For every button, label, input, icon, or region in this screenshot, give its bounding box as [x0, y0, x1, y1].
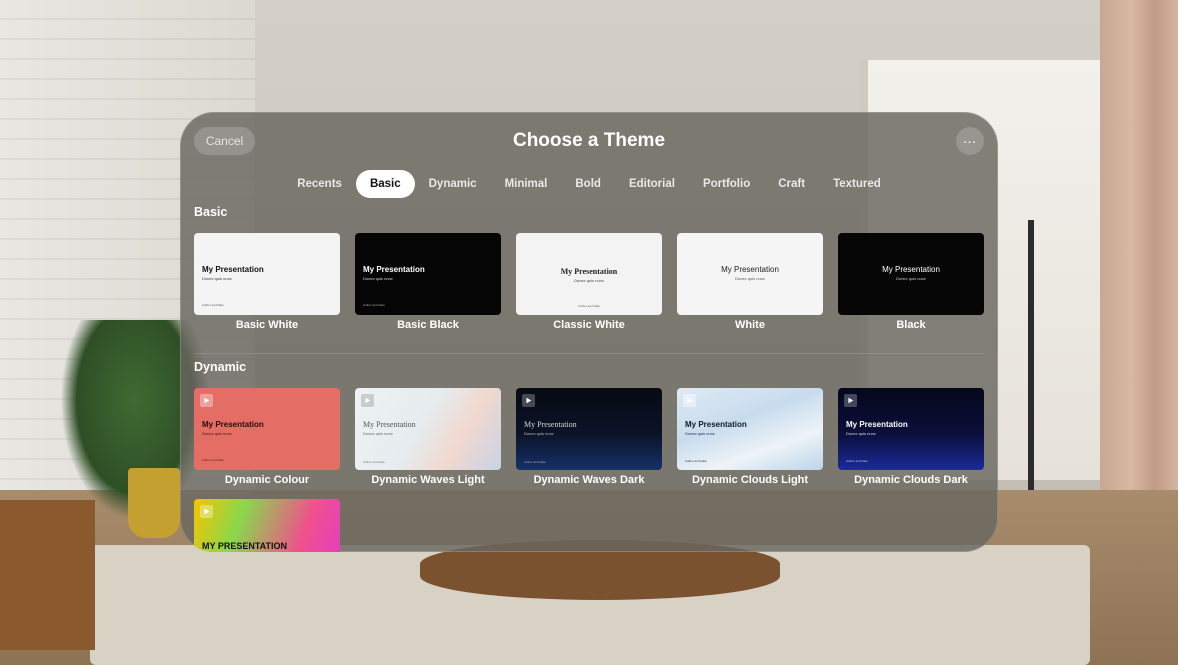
preview-title: My Presentation: [882, 265, 940, 274]
theme-thumbnail: My Presentation Donec quis nunc Author a…: [677, 388, 823, 470]
preview-author: Author and Date: [202, 458, 224, 462]
theme-basic-black[interactable]: My Presentation Donec quis nunc Author a…: [355, 233, 501, 331]
preview-author: Author and Date: [524, 460, 546, 464]
page-title: Choose a Theme: [512, 130, 666, 151]
tab-basic[interactable]: Basic: [355, 170, 415, 198]
theme-dynamic-colour[interactable]: My Presentation Donec quis nunc Author a…: [194, 388, 340, 486]
preview-subtitle: Donec quis nunc: [363, 431, 393, 436]
play-icon: [200, 505, 213, 518]
preview-author: Author and Date: [202, 303, 224, 307]
preview-author: Author and Date: [578, 304, 600, 308]
more-button[interactable]: …: [956, 127, 984, 155]
play-icon: [844, 394, 857, 407]
theme-classic-white[interactable]: My Presentation Donec quis nunc Author a…: [516, 233, 662, 331]
theme-thumbnail: My Presentation Donec quis nunc: [838, 233, 984, 315]
preview-title: My Presentation: [363, 420, 416, 429]
preview-author: Author and Date: [363, 303, 385, 307]
preview-title: My Presentation: [524, 420, 577, 429]
preview-title: MY PRESENTATION: [202, 541, 288, 551]
curtain: [1100, 0, 1178, 560]
theme-label: Black: [896, 319, 926, 331]
theme-chooser-window: Cancel Choose a Theme … Recents Basic Dy…: [180, 112, 998, 552]
theme-label: Dynamic Waves Dark: [533, 474, 645, 486]
preview-title: My Presentation: [202, 420, 264, 429]
ellipsis-icon: …: [962, 130, 978, 146]
theme-dynamic-clouds-dark[interactable]: My Presentation Donec quis nunc Author a…: [838, 388, 984, 486]
tab-craft[interactable]: Craft: [764, 170, 819, 198]
section-title-basic: Basic: [194, 205, 228, 219]
theme-dynamic-gradient[interactable]: MY PRESENTATION: [194, 499, 340, 552]
preview-subtitle: Donec quis nunc: [896, 276, 926, 281]
theme-thumbnail: My Presentation Donec quis nunc: [677, 233, 823, 315]
theme-basic-white[interactable]: My Presentation Donec quis nunc Author a…: [194, 233, 340, 331]
theme-thumbnail: My Presentation Donec quis nunc Author a…: [194, 388, 340, 470]
play-icon: [361, 394, 374, 407]
preview-title: My Presentation: [363, 265, 425, 274]
section-divider: [194, 353, 984, 354]
preview-author: Author and Date: [685, 459, 707, 463]
theme-thumbnail: My Presentation Donec quis nunc Author a…: [516, 233, 662, 315]
tab-textured[interactable]: Textured: [819, 170, 895, 198]
play-icon: [683, 394, 696, 407]
tab-portfolio[interactable]: Portfolio: [689, 170, 764, 198]
theme-black[interactable]: My Presentation Donec quis nunc Black: [838, 233, 984, 331]
plant-pot: [128, 468, 180, 538]
tab-editorial[interactable]: Editorial: [615, 170, 689, 198]
preview-author: Author and Date: [363, 460, 385, 464]
theme-dynamic-waves-light[interactable]: My Presentation Donec quis nunc Author a…: [355, 388, 501, 486]
theme-dynamic-waves-dark[interactable]: My Presentation Donec quis nunc Author a…: [516, 388, 662, 486]
theme-label: Dynamic Colour: [224, 474, 310, 486]
preview-subtitle: Donec quis nunc: [524, 431, 554, 436]
theme-label: Basic Black: [397, 319, 459, 331]
theme-label: Dynamic Clouds Dark: [854, 474, 968, 486]
theme-label: White: [735, 319, 765, 331]
theme-thumbnail: My Presentation Donec quis nunc Author a…: [838, 388, 984, 470]
theme-thumbnail: My Presentation Donec quis nunc Author a…: [355, 388, 501, 470]
preview-subtitle: Donec quis nunc: [574, 278, 604, 283]
theme-thumbnail: My Presentation Donec quis nunc Author a…: [516, 388, 662, 470]
coat-rack: [1028, 220, 1034, 490]
play-icon: [200, 394, 213, 407]
theme-label: Dynamic Clouds Light: [691, 474, 809, 486]
dresser: [0, 500, 95, 650]
preview-subtitle: Donec quis nunc: [685, 431, 715, 436]
theme-dynamic-clouds-light[interactable]: My Presentation Donec quis nunc Author a…: [677, 388, 823, 486]
tab-minimal[interactable]: Minimal: [491, 170, 562, 198]
tab-bold[interactable]: Bold: [561, 170, 615, 198]
preview-title: My Presentation: [846, 420, 908, 429]
preview-subtitle: Donec quis nunc: [202, 276, 232, 281]
theme-label: Basic White: [235, 319, 299, 331]
section-title-dynamic: Dynamic: [194, 360, 247, 374]
preview-subtitle: Donec quis nunc: [363, 276, 393, 281]
theme-label: Dynamic Waves Light: [371, 474, 485, 486]
preview-title: My Presentation: [721, 265, 779, 274]
theme-thumbnail: MY PRESENTATION: [194, 499, 340, 552]
theme-white[interactable]: My Presentation Donec quis nunc White: [677, 233, 823, 331]
theme-thumbnail: My Presentation Donec quis nunc Author a…: [194, 233, 340, 315]
category-tabs: Recents Basic Dynamic Minimal Bold Edito…: [180, 170, 998, 198]
preview-subtitle: Donec quis nunc: [202, 431, 232, 436]
preview-title: My Presentation: [685, 420, 747, 429]
theme-thumbnail: My Presentation Donec quis nunc Author a…: [355, 233, 501, 315]
theme-label: Classic White: [553, 319, 625, 331]
tab-recents[interactable]: Recents: [283, 170, 356, 198]
tab-dynamic[interactable]: Dynamic: [415, 170, 491, 198]
play-icon: [522, 394, 535, 407]
preview-title: My Presentation: [560, 267, 618, 276]
preview-title: My Presentation: [202, 265, 264, 274]
preview-author: Author and Date: [846, 459, 868, 463]
preview-subtitle: Donec quis nunc: [735, 276, 765, 281]
preview-subtitle: Donec quis nunc: [846, 431, 876, 436]
